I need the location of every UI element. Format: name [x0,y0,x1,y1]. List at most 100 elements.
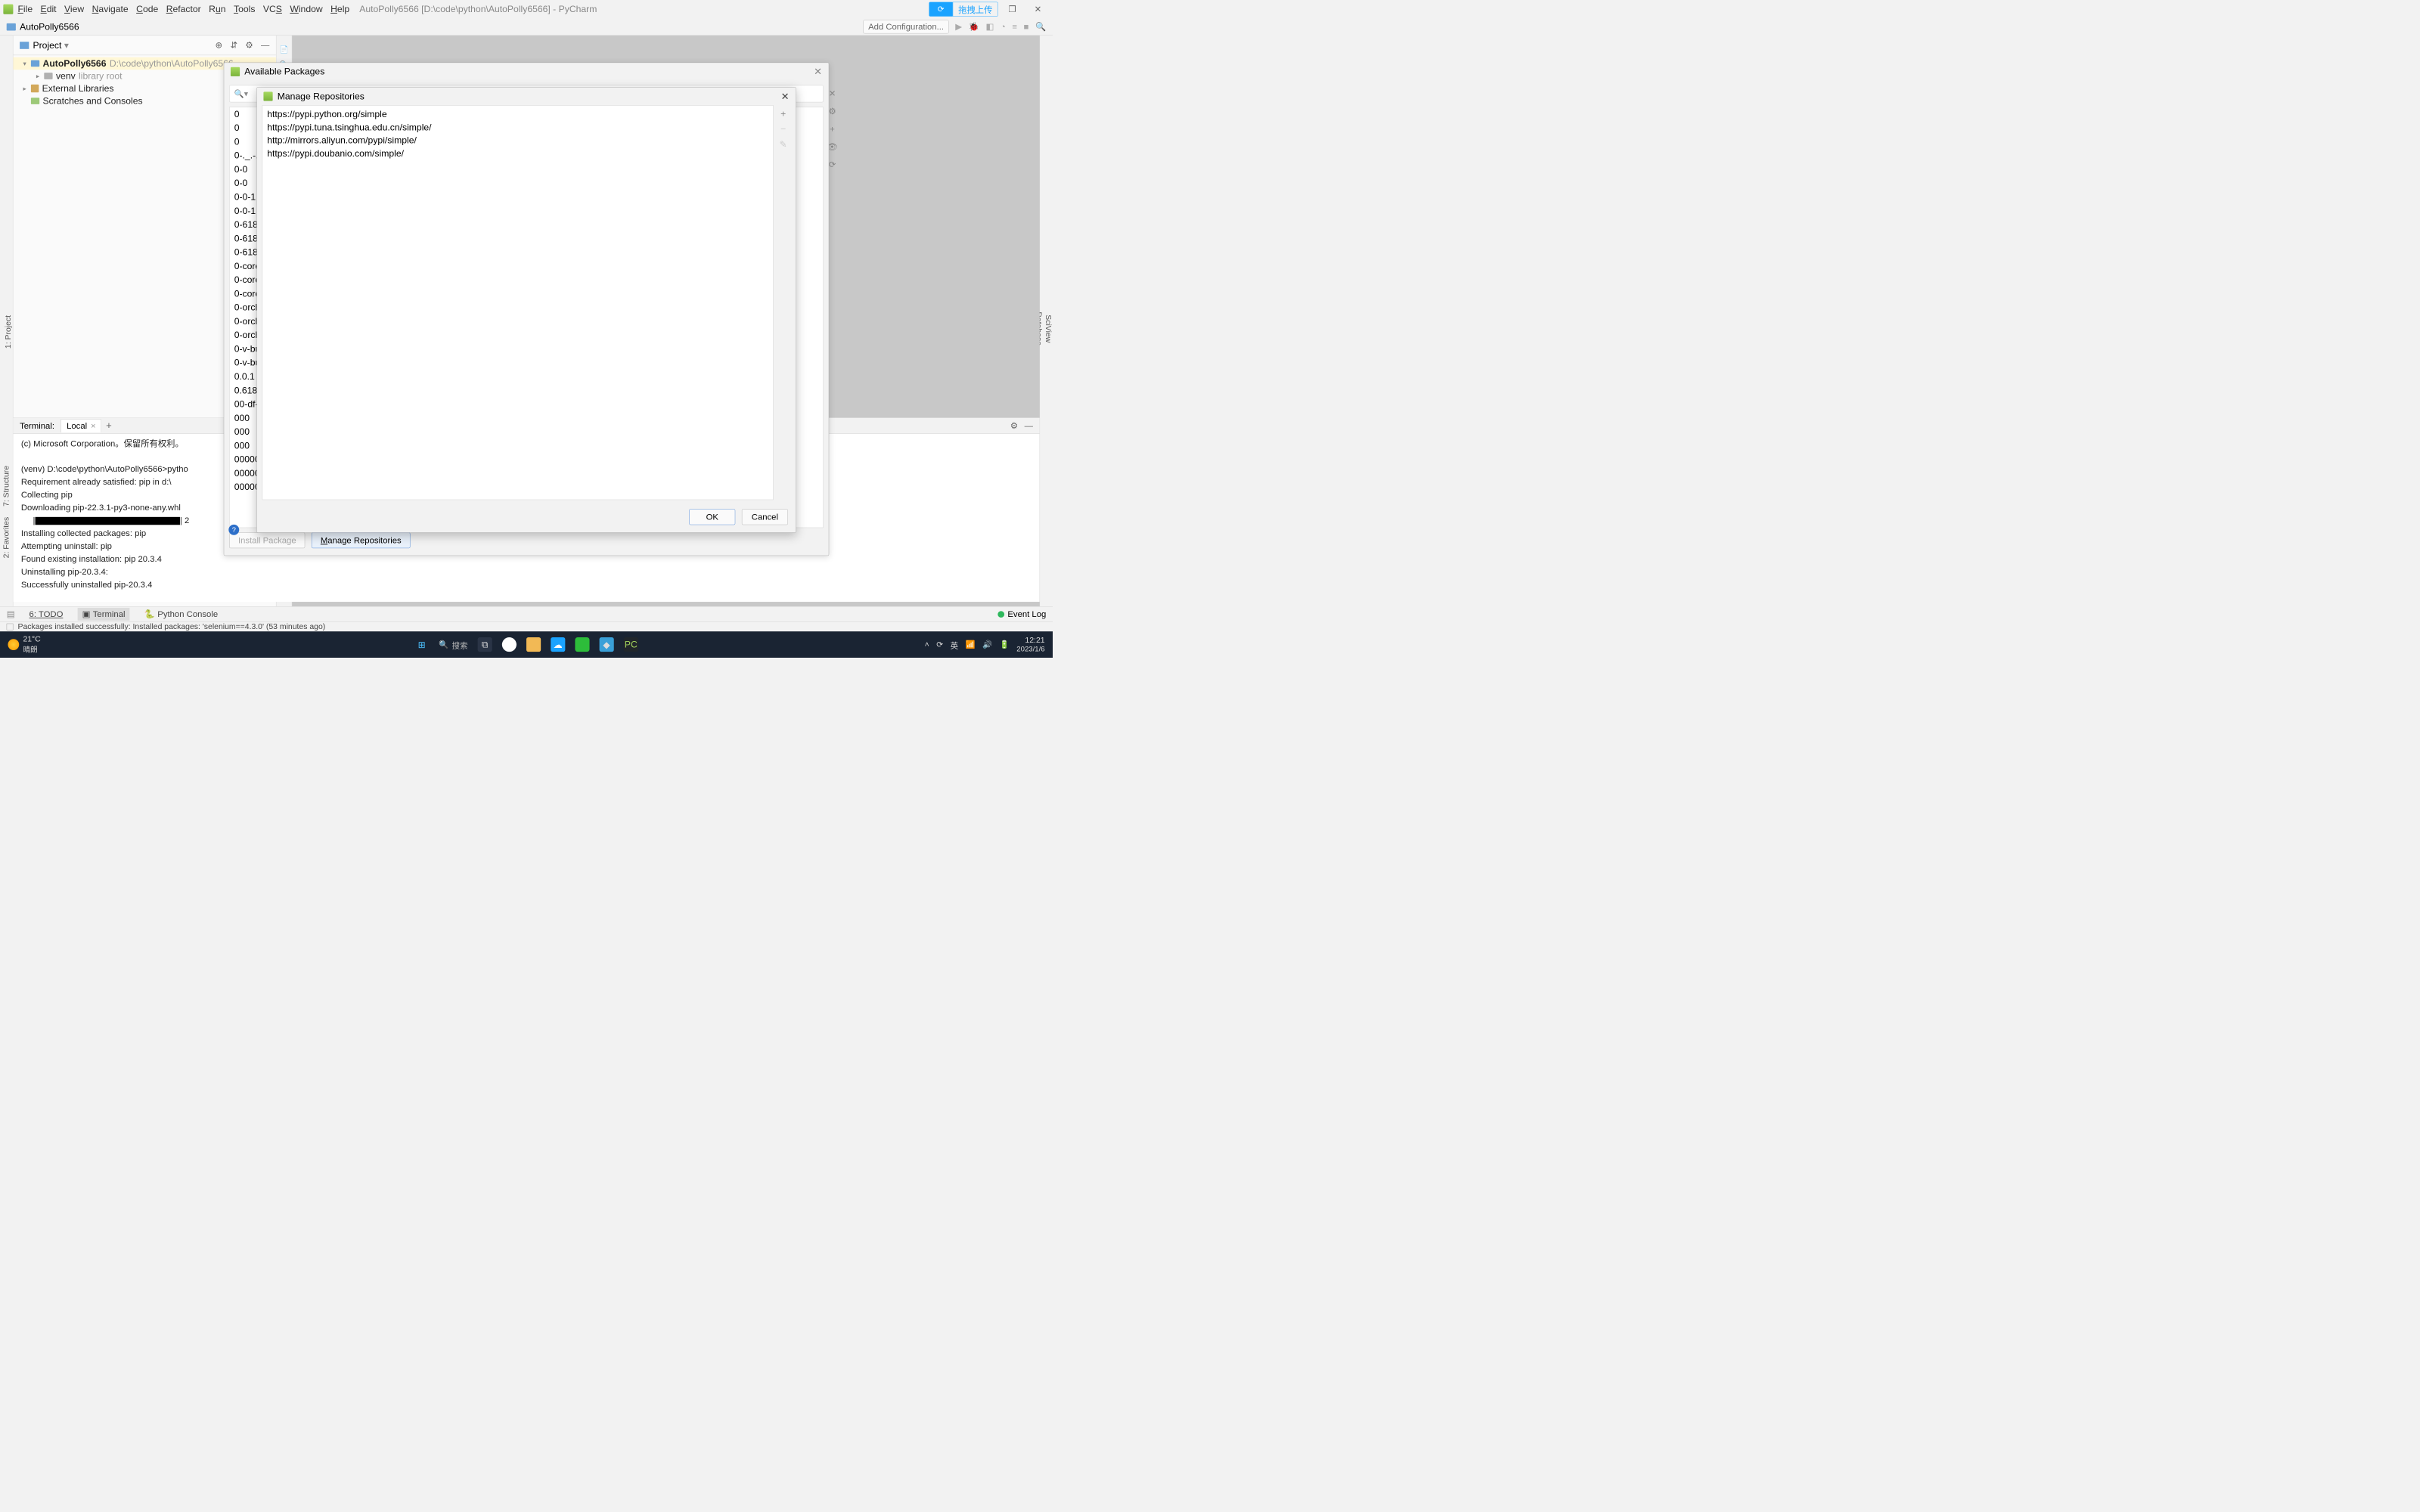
tree-root-name: AutoPolly6566 [43,58,107,69]
file-icon[interactable]: 📄 [276,42,291,57]
repository-list[interactable]: https://pypi.python.org/simplehttps://py… [262,105,774,500]
menu-view[interactable]: View [64,4,84,14]
folder-icon [31,60,39,67]
window-close-icon[interactable]: ✕ [1026,2,1049,17]
tab-event-log[interactable]: Event Log [1007,609,1046,619]
navigation-bar: AutoPolly6566 Add Configuration... ▶ 🐞 ◧… [0,18,1053,36]
menu-vcs[interactable]: VCS [263,4,282,14]
search-everywhere-icon[interactable]: 🔍 [1035,22,1046,32]
expand-caret-icon[interactable]: ▾ [23,60,30,68]
help-icon[interactable]: ? [228,525,239,535]
close-icon[interactable]: ✕ [814,66,822,77]
new-terminal-button[interactable]: + [106,420,112,432]
weather-desc: 晴朗 [23,644,40,655]
dialog-titlebar[interactable]: Manage Repositories ✕ [257,88,796,105]
folder-icon [44,73,52,79]
pycharm-taskbar-icon[interactable]: PC [624,637,638,652]
main-menu: FFileile Edit View Navigate Code Refacto… [17,4,349,14]
locate-icon[interactable]: ⊕ [216,40,222,50]
library-icon [31,85,39,92]
volume-icon[interactable]: 🔊 [982,640,992,649]
menu-tools[interactable]: Tools [234,4,255,14]
pycharm-icon [263,91,272,101]
add-repo-button[interactable]: + [780,109,786,119]
edit-repo-button[interactable]: ✎ [780,139,787,150]
ok-button[interactable]: OK [689,509,735,525]
sciview-tool-tab[interactable]: SciView [1044,36,1053,621]
tab-terminal[interactable]: ▣ Terminal [78,608,130,621]
start-button[interactable]: ⊞ [414,637,429,652]
titlebar: FFileile Edit View Navigate Code Refacto… [0,0,1053,18]
status-icon[interactable] [7,624,14,631]
tool-window-bars-icon[interactable]: ▤ [7,609,15,619]
settings-icon[interactable]: ⚙ [245,40,253,50]
dialog-title: Manage Repositories [278,91,365,101]
folder-icon [7,23,16,31]
menu-navigate[interactable]: Navigate [92,4,129,14]
debug-icon[interactable]: 🐞 [969,22,979,32]
tree-root-path: D:\code\python\AutoPolly6566 [110,58,234,69]
tab-python-console[interactable]: 🐍 Python Console [140,608,223,621]
sun-icon [8,639,19,650]
cloud-sync-icon[interactable]: ⟳ [929,2,952,17]
close-icon[interactable]: × [91,421,96,431]
baidu-netdisk-icon[interactable]: ☁ [551,637,565,652]
attach-icon[interactable]: ≡ [1012,22,1017,32]
wifi-icon[interactable]: 📶 [966,640,976,649]
repository-item[interactable]: https://pypi.doubanio.com/simple/ [266,147,769,160]
chrome-icon[interactable] [502,637,517,652]
gear-icon[interactable]: ⚙ [1010,420,1018,430]
breadcrumb-project[interactable]: AutoPolly6566 [20,21,79,32]
menu-help[interactable]: Help [330,4,349,14]
taskbar-search[interactable]: 🔍 搜索 [439,639,467,650]
structure-tool-tab[interactable]: 7: Structure [0,460,13,512]
explorer-icon[interactable] [526,637,541,652]
hide-icon[interactable]: — [261,40,269,50]
dropdown-icon[interactable]: ▾ [64,40,69,51]
chevron-up-icon[interactable]: ˄ [925,640,929,649]
run-icon[interactable]: ▶ [955,22,962,32]
project-panel-title[interactable]: Project [33,40,62,51]
close-icon[interactable]: ✕ [781,91,790,102]
favorites-tool-tab[interactable]: 2: Favorites [0,512,13,563]
menu-run[interactable]: Run [209,4,225,14]
drag-upload-button[interactable]: 拖拽上传 [953,2,998,17]
stop-icon[interactable]: ■ [1024,22,1029,32]
expand-icon[interactable]: ⇵ [230,40,237,50]
menu-edit[interactable]: Edit [41,4,57,14]
terminal-tab-local[interactable]: Local × [61,419,101,432]
install-package-button: Install Package [229,532,305,548]
dialog-titlebar[interactable]: Available Packages ✕ [224,63,829,80]
profile-icon[interactable]: ◔ [1001,22,1006,32]
ime-indicator[interactable]: 英 [951,639,958,650]
tab-todo[interactable]: 6: TODO [24,608,67,621]
windows-taskbar: 21°C 晴朗 ⊞ 🔍 搜索 ⧉ ☁ ◆ PC ˄ ⟳ 英 📶 🔊 🔋 12:2… [0,631,1053,658]
status-message: Packages installed successfully: Install… [17,622,325,631]
menu-code[interactable]: Code [136,4,158,14]
cancel-button[interactable]: Cancel [742,509,788,525]
expand-caret-icon[interactable]: ▸ [36,72,44,80]
repository-item[interactable]: https://pypi.python.org/simple [266,107,769,120]
app-icon[interactable]: ◆ [600,637,614,652]
menu-file[interactable]: FFileile [17,4,33,14]
add-configuration-button[interactable]: Add Configuration... [864,20,949,34]
window-restore-icon[interactable]: ❐ [1001,2,1023,17]
battery-icon[interactable]: 🔋 [1000,640,1010,649]
coverage-icon[interactable]: ◧ [985,22,994,32]
expand-caret-icon[interactable]: ▸ [23,85,30,93]
taskview-icon[interactable]: ⧉ [478,637,492,652]
sync-icon[interactable]: ⟳ [936,640,943,649]
taskbar-weather[interactable]: 21°C 晴朗 [8,635,40,655]
menu-refactor[interactable]: Refactor [166,4,201,14]
folder-icon [20,42,29,49]
menu-window[interactable]: Window [290,4,322,14]
repository-item[interactable]: http://mirrors.aliyun.com/pypi/simple/ [266,134,769,147]
project-panel-header: Project ▾ ⊕ ⇵ ⚙ — [13,36,276,55]
search-icon: 🔍▾ [234,89,248,99]
repository-item[interactable]: https://pypi.tuna.tsinghua.edu.cn/simple… [266,121,769,134]
wechat-icon[interactable] [575,637,589,652]
taskbar-clock[interactable]: 12:21 2023/1/6 [1016,636,1044,653]
manage-repositories-button[interactable]: Manage Repositories [312,532,410,548]
hide-icon[interactable]: — [1025,420,1033,430]
remove-repo-button[interactable]: − [780,124,786,135]
